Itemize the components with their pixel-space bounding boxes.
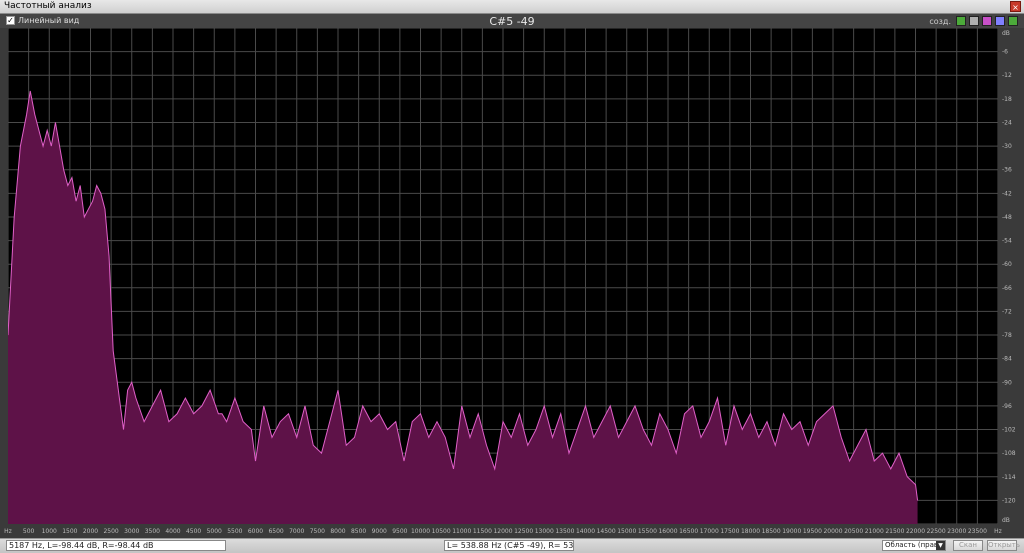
x-tick-label: 500 — [23, 528, 35, 535]
y-tick-label: -102 — [1002, 427, 1016, 434]
x-tick-label: 3000 — [124, 528, 139, 535]
y-tick-label: -48 — [1002, 214, 1012, 221]
y-tick-label: -30 — [1002, 143, 1012, 150]
spectrum-plot[interactable]: Hz 500 1000 1500 2000 2500 3000 3500 4000 4500 500… — [0, 28, 1024, 538]
analysis-header: ✓ Линейный вид C#5 -49 созд. — [0, 14, 1024, 28]
x-tick-label: 17500 — [720, 528, 739, 535]
x-tick-label: 22500 — [927, 528, 946, 535]
x-tick-label: 22000 — [906, 528, 925, 535]
color-box-2[interactable] — [982, 16, 992, 26]
x-tick-label: 4000 — [165, 528, 180, 535]
y-tick-label: -6 — [1002, 49, 1008, 56]
x-tick-label: 15000 — [617, 528, 636, 535]
y-tick-label: -42 — [1002, 190, 1012, 197]
x-tick-label: 6000 — [248, 528, 263, 535]
x-tick-label: 23500 — [968, 528, 987, 535]
x-tick-label: 12500 — [514, 528, 533, 535]
x-tick-label: 7000 — [289, 528, 304, 535]
x-tick-label: 9000 — [372, 528, 387, 535]
x-tick-label: 20500 — [844, 528, 863, 535]
y-tick-label: -36 — [1002, 167, 1012, 174]
left-margin — [0, 28, 8, 524]
close-button[interactable]: × — [1010, 1, 1021, 12]
x-tick-label: 11000 — [452, 528, 471, 535]
y-tick-label: -54 — [1002, 238, 1012, 245]
x-tick-label: 2000 — [83, 528, 98, 535]
y-tick-label: -120 — [1002, 497, 1016, 504]
y-tick-label: -84 — [1002, 356, 1012, 363]
x-tick-label: 16000 — [658, 528, 677, 535]
peak-readout: L= 538.88 Hz (C#5 -49), R= 538.88 Hz (C#… — [444, 540, 574, 551]
chevron-down-icon: ▼ — [936, 541, 945, 550]
window-title: Частотный анализ — [4, 1, 92, 11]
x-tick-label: 1500 — [62, 528, 77, 535]
x-tick-label: 7500 — [310, 528, 325, 535]
x-tick-label: 19500 — [803, 528, 822, 535]
chart-title: C#5 -49 — [489, 15, 535, 28]
header-tools-label: созд. — [929, 16, 951, 26]
y-tick-label: -114 — [1002, 474, 1016, 481]
y-tick-label: -60 — [1002, 261, 1012, 268]
y-tick-label: -18 — [1002, 96, 1012, 103]
color-box-3[interactable] — [995, 16, 1005, 26]
x-tick-label: 8000 — [330, 528, 345, 535]
x-tick-label: 18000 — [741, 528, 760, 535]
y-tick-label: -78 — [1002, 332, 1012, 339]
x-tick-label: Hz — [4, 528, 12, 535]
scan-button[interactable]: Скан — [953, 540, 983, 551]
x-tick-label: 5500 — [227, 528, 242, 535]
x-tick-label: 23000 — [947, 528, 966, 535]
y-tick-label: -66 — [1002, 285, 1012, 292]
close-icon: × — [1012, 3, 1019, 12]
x-tick-label: 6500 — [268, 528, 283, 535]
x-tick-label: 15500 — [638, 528, 657, 535]
color-box-0[interactable] — [956, 16, 966, 26]
x-tick-label: 17000 — [700, 528, 719, 535]
x-tick-label: Hz — [994, 528, 1002, 535]
x-tick-label: 21000 — [865, 528, 884, 535]
x-tick-label: 13000 — [535, 528, 554, 535]
y-tick-label: dB — [1002, 30, 1010, 37]
color-box-1[interactable] — [969, 16, 979, 26]
x-tick-label: 5000 — [207, 528, 222, 535]
x-tick-label: 14000 — [576, 528, 595, 535]
x-tick-label: 11500 — [473, 528, 492, 535]
y-tick-label: -96 — [1002, 403, 1012, 410]
y-tick-label: -72 — [1002, 308, 1012, 315]
x-tick-label: 1000 — [42, 528, 57, 535]
x-tick-label: 4500 — [186, 528, 201, 535]
x-tick-label: 20000 — [823, 528, 842, 535]
x-tick-label: 9500 — [392, 528, 407, 535]
x-tick-label: 10500 — [432, 528, 451, 535]
header-tools: созд. — [929, 15, 1018, 27]
y-tick-label: -12 — [1002, 72, 1012, 79]
x-tick-label: 2500 — [103, 528, 118, 535]
y-tick-label: -24 — [1002, 119, 1012, 126]
x-tick-label: 19000 — [782, 528, 801, 535]
x-tick-label: 14500 — [597, 528, 616, 535]
x-tick-label: 13500 — [555, 528, 574, 535]
x-tick-label: 12000 — [493, 528, 512, 535]
x-tick-label: 18500 — [762, 528, 781, 535]
open-button[interactable]: Открыть — [987, 540, 1020, 551]
x-tick-label: 21500 — [885, 528, 904, 535]
cursor-readout: 5187 Hz, L=-98.44 dB, R=-98.44 dB — [6, 540, 226, 551]
x-tick-label: 8500 — [351, 528, 366, 535]
y-tick-label: dB — [1002, 517, 1010, 524]
x-tick-label: 16500 — [679, 528, 698, 535]
x-tick-label: 10000 — [411, 528, 430, 535]
y-tick-label: -108 — [1002, 450, 1016, 457]
y-tick-label: -90 — [1002, 379, 1012, 386]
status-bar: 5187 Hz, L=-98.44 dB, R=-98.44 dB L= 538… — [0, 538, 1024, 553]
spectrum-svg: Hz 500 1000 1500 2000 2500 3000 3500 4000 4500 500… — [0, 28, 1024, 538]
region-select[interactable]: Область (правка с ▼ — [882, 540, 946, 551]
color-box-4[interactable] — [1008, 16, 1018, 26]
window-titlebar: Частотный анализ × — [0, 0, 1024, 14]
x-tick-label: 3500 — [145, 528, 160, 535]
